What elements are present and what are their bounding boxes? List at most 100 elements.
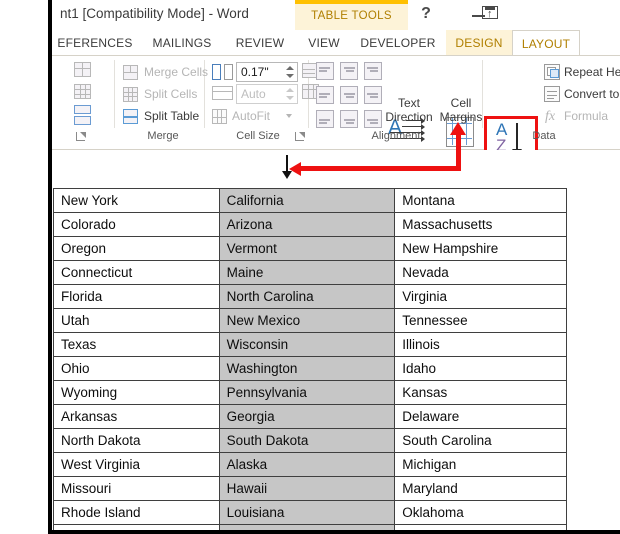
table-cell[interactable]: Colorado	[53, 212, 220, 237]
row-height-stepper-down[interactable]	[286, 74, 294, 78]
table-cell[interactable]: New Hampshire	[394, 236, 567, 261]
row-height-input[interactable]: 0.17"	[236, 62, 298, 82]
table-cell[interactable]: Nebraska	[53, 524, 220, 534]
column-width-stepper-up[interactable]	[286, 88, 294, 92]
table-cell-selected[interactable]: Maine	[218, 260, 396, 285]
autofit-label: AutoFit	[232, 109, 271, 123]
table-cell-selected[interactable]: California	[218, 188, 396, 213]
table-cell[interactable]: Virginia	[394, 284, 567, 309]
align-center-button[interactable]	[340, 86, 358, 104]
tab-label: DESIGN	[455, 36, 503, 50]
table-cell[interactable]: Massachusetts	[394, 212, 567, 237]
table-row[interactable]: Oregon Vermont New Hampshire	[53, 236, 567, 261]
table-cell[interactable]: Michigan	[394, 452, 567, 477]
table-cell[interactable]: Oklahoma	[394, 500, 567, 525]
align-top-center-button[interactable]	[340, 62, 358, 80]
split-table-icon	[123, 109, 138, 124]
table-cell-selected[interactable]: Washington	[218, 356, 396, 381]
tab-mailings[interactable]: MAILINGS	[142, 30, 222, 56]
table-cell[interactable]: Ohio	[53, 356, 220, 381]
table-cell-selected[interactable]: Georgia	[218, 404, 396, 429]
align-top-right-button[interactable]	[364, 62, 382, 80]
table-row[interactable]: NebraskaIowaMinnesota	[53, 524, 567, 534]
group-label-cell-size: Cell Size	[236, 130, 280, 142]
table-cell-selected[interactable]: South Dakota	[218, 428, 396, 453]
table-cell[interactable]: Wyoming	[53, 380, 220, 405]
table-cell-selected[interactable]: Arizona	[218, 212, 396, 237]
table-cell[interactable]: Arkansas	[53, 404, 220, 429]
table-cell-selected[interactable]: Hawaii	[218, 476, 396, 501]
table-row[interactable]: Missouri Hawaii Maryland	[53, 476, 567, 501]
table-cell[interactable]: Texas	[53, 332, 220, 357]
group-dialog-launcher[interactable]	[76, 132, 87, 143]
table-cell-selected[interactable]: Vermont	[218, 236, 396, 261]
word-window: TABLE TOOLS nt1 [Compatibility Mode] - W…	[52, 0, 620, 150]
convert-to-text-label: Convert to Text	[564, 87, 620, 101]
table-cell[interactable]: Utah	[53, 308, 220, 333]
tab-layout[interactable]: LAYOUT	[512, 30, 580, 56]
help-button[interactable]: ?	[415, 4, 437, 24]
tab-label: MAILINGS	[152, 36, 212, 50]
title-bar: TABLE TOOLS nt1 [Compatibility Mode] - W…	[52, 0, 620, 30]
tab-view[interactable]: VIEW	[298, 30, 350, 56]
table-row[interactable]: Rhode Island Louisiana Oklahoma	[53, 500, 567, 525]
table-cell-selected[interactable]: Alaska	[218, 452, 396, 477]
table-row[interactable]: Texas Wisconsin Illinois	[53, 332, 567, 357]
table-row[interactable]: New York California Montana	[53, 188, 567, 213]
tab-eferences[interactable]: EFERENCES	[52, 30, 138, 56]
column-width-stepper-down[interactable]	[286, 96, 294, 100]
table-cell[interactable]: South Carolina	[394, 428, 567, 453]
table-cell-selected[interactable]: Louisiana	[218, 500, 396, 525]
repeat-header-rows-label: Repeat Header Row	[564, 65, 620, 79]
tab-design[interactable]: DESIGN	[446, 30, 512, 56]
table-cell[interactable]: Idaho	[394, 356, 567, 381]
tab-review[interactable]: REVIEW	[226, 30, 294, 56]
table-row[interactable]: North Dakota South Dakota South Carolina	[53, 428, 567, 453]
table-cell[interactable]: Tennessee	[394, 308, 567, 333]
text-direction-label: Text Direction	[385, 96, 433, 124]
table-cell[interactable]: Oregon	[53, 236, 220, 261]
table-row[interactable]: West Virginia Alaska Michigan	[53, 452, 567, 477]
table-cell-selected[interactable]: Wisconsin	[218, 332, 396, 357]
repeat-header-rows-icon	[544, 64, 560, 80]
table-row[interactable]: Florida North Carolina Virginia	[53, 284, 567, 309]
table-cell[interactable]: New York	[53, 188, 220, 213]
table-cell-selected[interactable]: Iowa	[218, 524, 396, 534]
align-top-left-button[interactable]	[316, 62, 334, 80]
table-row[interactable]: Wyoming Pennsylvania Kansas	[53, 380, 567, 405]
table-row[interactable]: Ohio Washington Idaho	[53, 356, 567, 381]
row-height-stepper-up[interactable]	[286, 66, 294, 70]
tab-developer[interactable]: DEVELOPER	[354, 30, 442, 56]
document-table[interactable]: New York California Montana Colorado Arizona…	[53, 188, 567, 534]
table-cell[interactable]: Delaware	[394, 404, 567, 429]
table-tools-contextual-band: TABLE TOOLS	[295, 0, 408, 30]
table-cell[interactable]: Maryland	[394, 476, 567, 501]
cell-size-dialog-launcher[interactable]	[295, 132, 306, 143]
align-bottom-left-button[interactable]	[316, 110, 334, 128]
table-cell[interactable]: Montana	[394, 188, 567, 213]
table-cell[interactable]: Florida	[53, 284, 220, 309]
table-cell-selected[interactable]: New Mexico	[218, 308, 396, 333]
align-bottom-center-button[interactable]	[340, 110, 358, 128]
column-width-input[interactable]: Auto	[236, 84, 298, 104]
table-row[interactable]: Connecticut Maine Nevada	[53, 260, 567, 285]
window-title: nt1 [Compatibility Mode] - Word	[60, 6, 249, 21]
align-center-left-button[interactable]	[316, 86, 334, 104]
split-cells-label: Split Cells	[144, 87, 198, 101]
merge-cells-icon	[123, 65, 138, 80]
table-cell[interactable]: Minnesota	[394, 524, 567, 534]
table-row[interactable]: Colorado Arizona Massachusetts	[53, 212, 567, 237]
table-cell[interactable]: West Virginia	[53, 452, 220, 477]
table-cell[interactable]: Connecticut	[53, 260, 220, 285]
table-cell[interactable]: Missouri	[53, 476, 220, 501]
table-row[interactable]: Arkansas Georgia Delaware	[53, 404, 567, 429]
autofit-chevron-down-icon[interactable]	[286, 114, 292, 118]
table-row[interactable]: Utah New Mexico Tennessee	[53, 308, 567, 333]
table-cell-selected[interactable]: North Carolina	[218, 284, 396, 309]
table-cell[interactable]: Illinois	[394, 332, 567, 357]
table-cell-selected[interactable]: Pennsylvania	[218, 380, 396, 405]
table-cell[interactable]: Rhode Island	[53, 500, 220, 525]
table-cell[interactable]: Kansas	[394, 380, 567, 405]
table-cell[interactable]: Nevada	[394, 260, 567, 285]
table-cell[interactable]: North Dakota	[53, 428, 220, 453]
